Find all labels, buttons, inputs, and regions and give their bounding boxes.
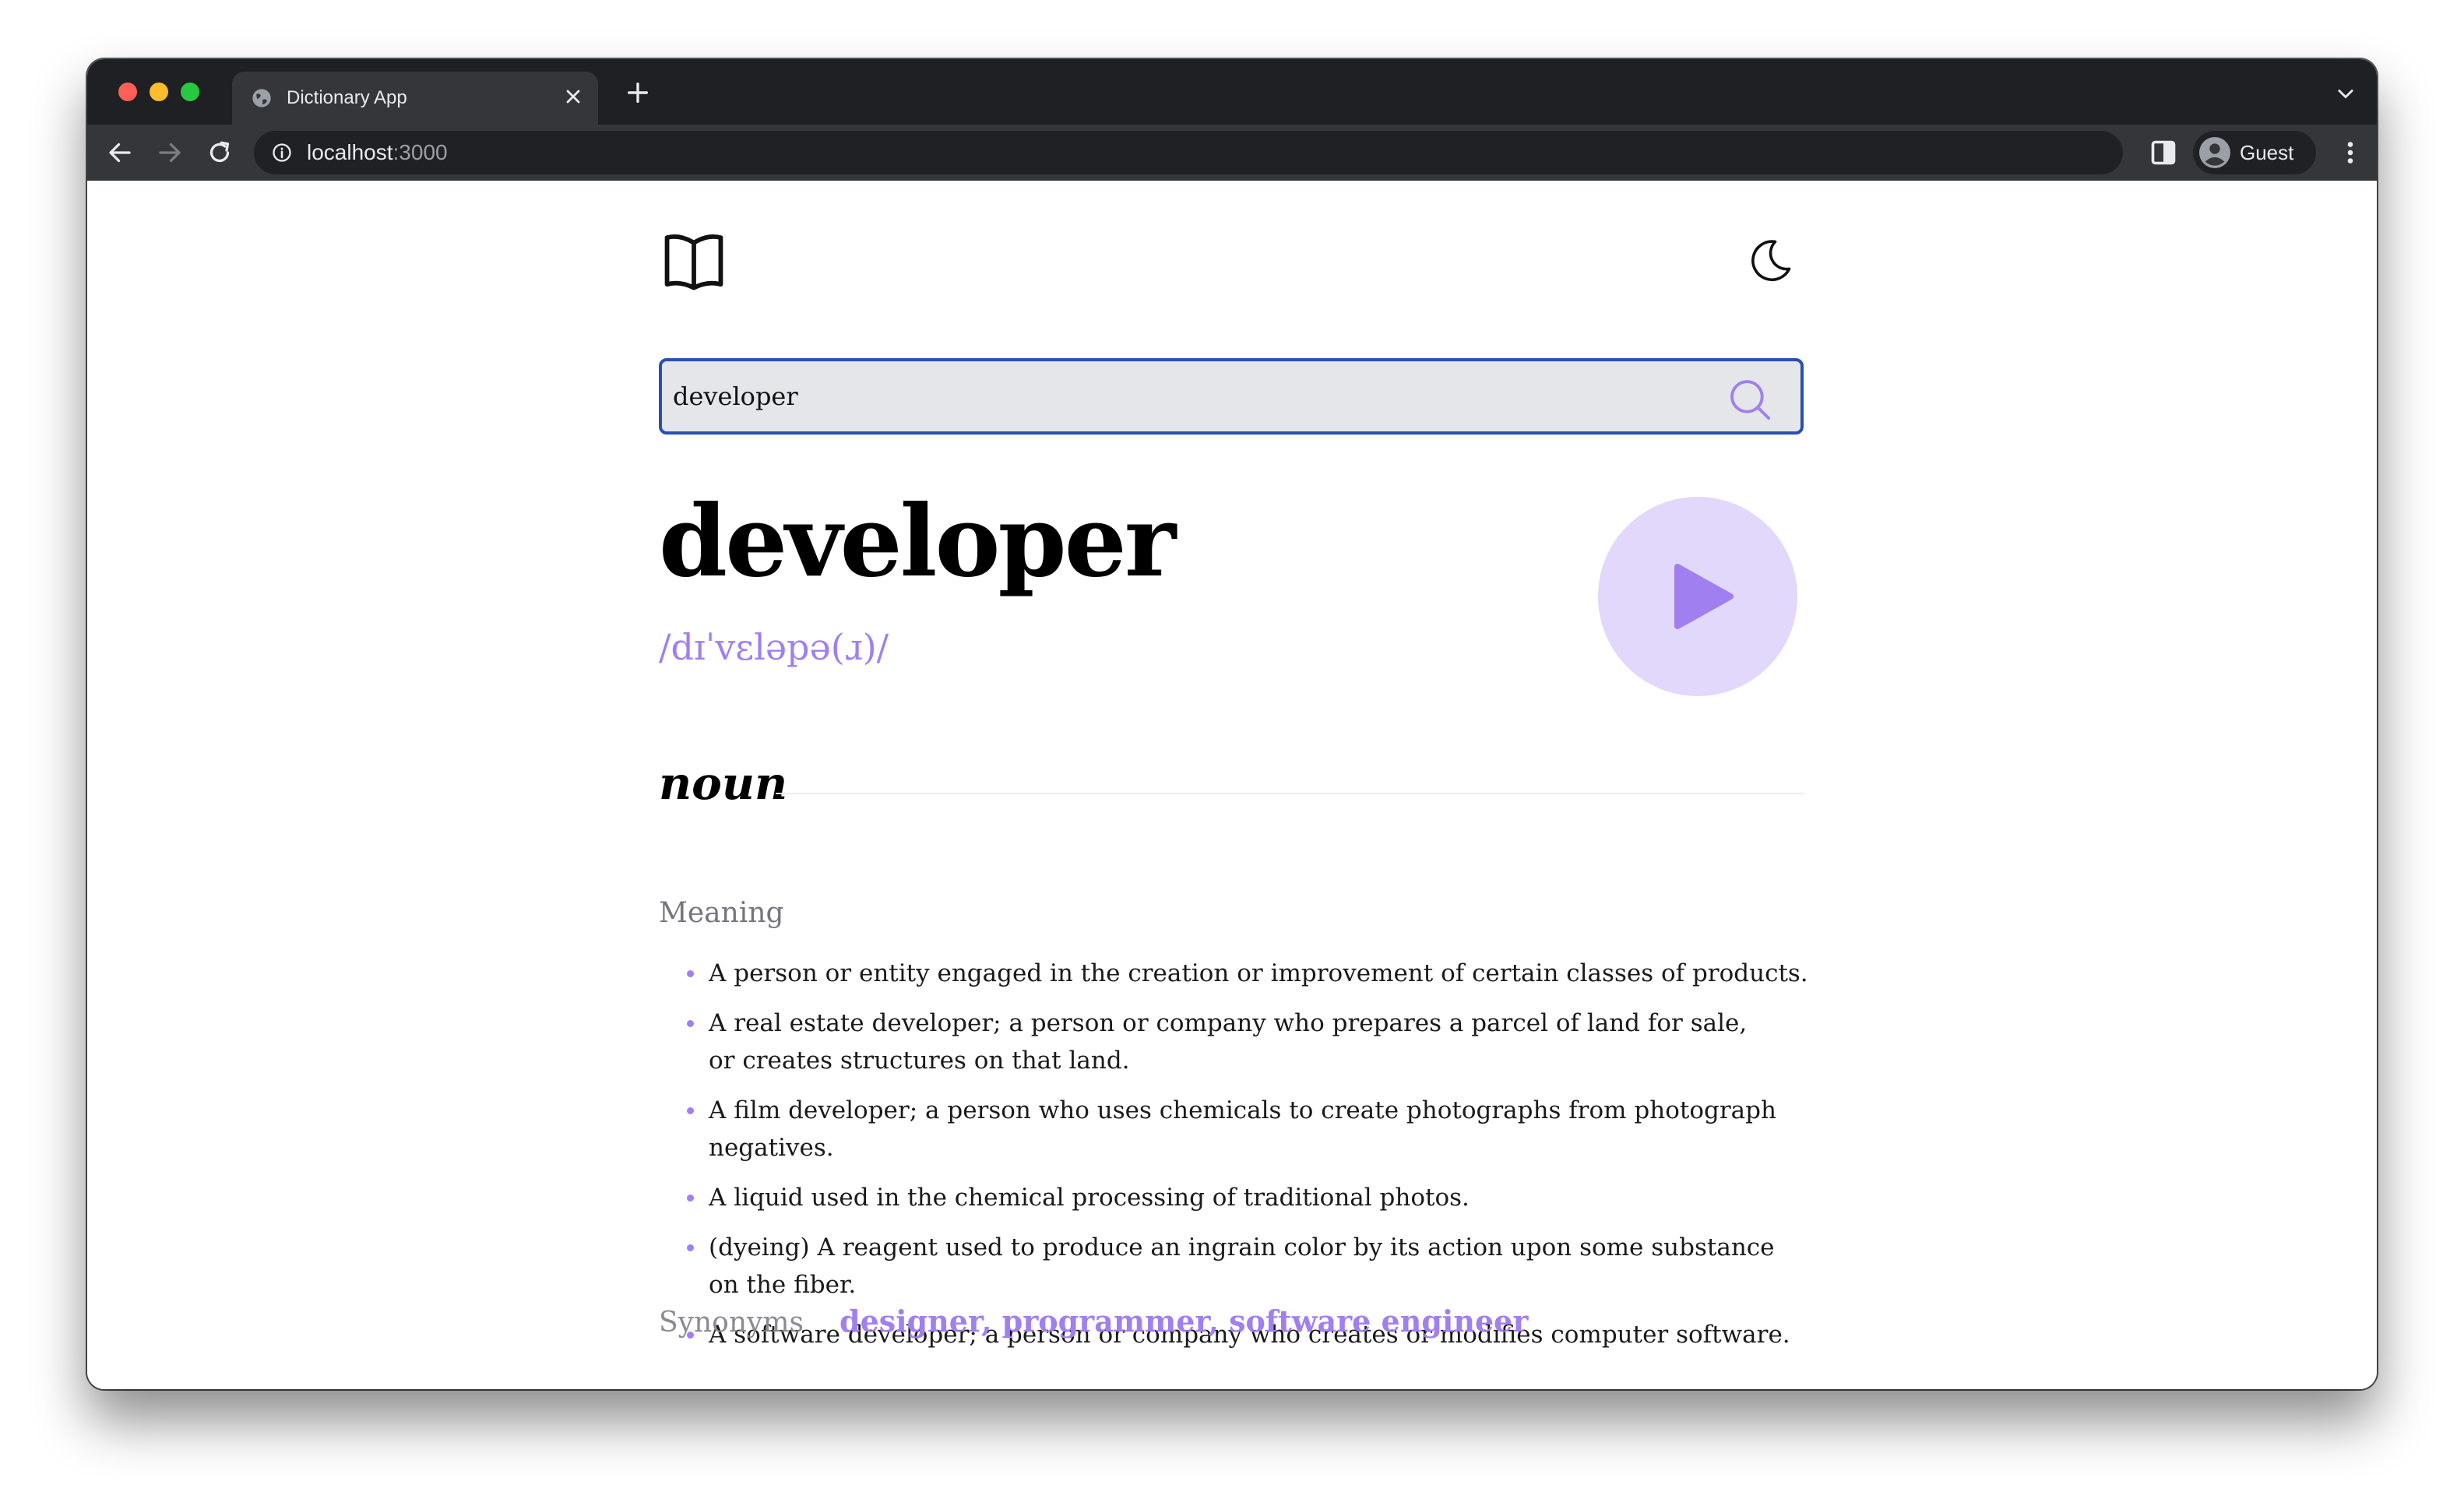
address-bar[interactable]: localhost:3000 xyxy=(254,131,2123,174)
kebab-menu-icon[interactable] xyxy=(2344,139,2357,167)
browser-window: Dictionary App localhost:3000 Guest deve… xyxy=(87,59,2377,1389)
definition-text: A liquid used in the chemical processing… xyxy=(709,1184,1470,1212)
meaning-label: Meaning xyxy=(659,897,784,929)
phonetic-text: /dɪˈvɛləpə(ɹ)/ xyxy=(659,626,889,668)
definition-item: A real estate developer; a person or com… xyxy=(687,1005,1769,1079)
page-viewport: developer /dɪˈvɛləpə(ɹ)/ noun Meaning A … xyxy=(87,181,2377,1389)
moon-icon[interactable] xyxy=(1746,237,1794,285)
info-icon[interactable] xyxy=(271,142,293,164)
minimize-window-button[interactable] xyxy=(150,83,168,101)
plus-icon[interactable] xyxy=(625,79,651,106)
profile-button[interactable]: Guest xyxy=(2193,131,2316,174)
tab-title: Dictionary App xyxy=(287,87,407,108)
bullet xyxy=(687,1195,694,1202)
play-audio-button[interactable] xyxy=(1598,497,1797,696)
part-of-speech: noun xyxy=(659,757,788,810)
definition-item: A film developer; a person who uses chem… xyxy=(687,1092,1808,1166)
definition-text: A real estate developer; a person or com… xyxy=(709,1009,1748,1075)
search-icon[interactable] xyxy=(1727,377,1772,422)
url-port: :3000 xyxy=(392,140,448,164)
maximize-window-button[interactable] xyxy=(181,83,199,101)
synonyms-links[interactable]: designer, programmer, software engineer xyxy=(840,1304,1528,1339)
browser-toolbar: localhost:3000 Guest xyxy=(87,125,2377,181)
search-box xyxy=(659,358,1804,435)
reload-icon[interactable] xyxy=(206,139,234,167)
definition-item: A person or entity engaged in the creati… xyxy=(687,955,1808,992)
side-panel-icon[interactable] xyxy=(2149,139,2177,167)
play-icon xyxy=(1674,564,1734,629)
book-icon[interactable] xyxy=(659,229,729,291)
search-input[interactable] xyxy=(673,372,1701,420)
back-arrow-icon[interactable] xyxy=(106,139,134,167)
definition-text: A film developer; a person who uses chem… xyxy=(709,1096,1776,1162)
close-window-button[interactable] xyxy=(118,83,137,101)
definition-text: A person or entity engaged in the creati… xyxy=(709,959,1808,987)
definition-item: A liquid used in the chemical processing… xyxy=(687,1179,1808,1216)
globe-icon xyxy=(252,89,271,107)
forward-arrow-icon[interactable] xyxy=(156,139,184,167)
bullet xyxy=(687,1244,694,1251)
synonyms-label: Synonyms xyxy=(659,1307,804,1339)
word-heading: developer xyxy=(659,484,1176,599)
synonyms-row: Synonyms designer, programmer, software … xyxy=(659,1304,1804,1350)
close-icon[interactable] xyxy=(562,86,584,107)
divider xyxy=(776,793,1804,794)
part-of-speech-row: noun xyxy=(659,757,1804,819)
definition-text: (dyeing) A reagent used to produce an in… xyxy=(709,1233,1775,1299)
bullet xyxy=(687,970,694,977)
profile-avatar-icon xyxy=(2199,137,2230,168)
bullet xyxy=(687,1107,694,1114)
definition-item: (dyeing) A reagent used to produce an in… xyxy=(687,1229,1808,1304)
tab-dictionary-app[interactable]: Dictionary App xyxy=(232,72,598,125)
url-host: localhost xyxy=(307,140,393,164)
bullet xyxy=(687,1020,694,1027)
tab-bar: Dictionary App xyxy=(87,59,2377,125)
url-text: localhost:3000 xyxy=(307,140,448,165)
profile-name: Guest xyxy=(2240,141,2294,164)
chevron-down-icon[interactable] xyxy=(2335,83,2357,104)
